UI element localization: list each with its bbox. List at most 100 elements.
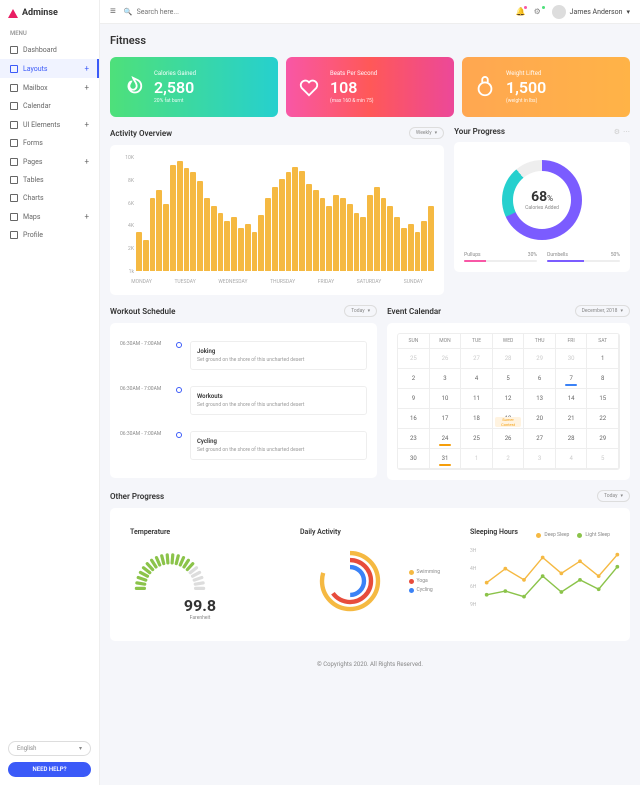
workout-schedule-card: 06:30AM - 7:00AMJokingSet ground on the … — [110, 323, 377, 478]
calendar-day[interactable]: 26 — [430, 349, 462, 369]
calendar-day[interactable]: 20 — [524, 409, 556, 429]
calendar-day[interactable]: 3 — [524, 449, 556, 469]
menu-toggle-icon[interactable]: ≡ — [110, 6, 116, 17]
more-icon[interactable]: ⋯ — [623, 128, 630, 136]
activity-filter[interactable]: Weekly▾ — [409, 127, 444, 139]
calendar-day[interactable]: 14 — [556, 389, 588, 409]
sidebar-item-layouts[interactable]: Layouts+ — [0, 59, 99, 78]
user-menu[interactable]: James Anderson ▾ — [552, 5, 630, 19]
sidebar-item-calendar[interactable]: Calendar — [0, 97, 99, 115]
calendar-day[interactable]: 26 — [493, 429, 525, 449]
calendar-day[interactable]: 31 — [430, 449, 462, 469]
calendar-day[interactable]: 24 — [430, 429, 462, 449]
notifications-icon[interactable]: 🔔 — [516, 7, 526, 17]
chart-bar — [272, 187, 278, 271]
chevron-down-icon: ▾ — [626, 8, 630, 16]
menu-item-icon — [10, 65, 18, 73]
calendar-day[interactable]: 29 — [587, 429, 619, 449]
sidebar-item-dashboard[interactable]: Dashboard — [0, 41, 99, 59]
calendar-day[interactable]: 11 — [461, 389, 493, 409]
chart-bar — [320, 198, 326, 271]
sidebar-item-pages[interactable]: Pages+ — [0, 152, 99, 171]
calendar-day[interactable]: 7 — [556, 369, 588, 389]
chart-bar — [340, 198, 346, 271]
calendar-day[interactable]: 21 — [556, 409, 588, 429]
calendar-day[interactable]: 8 — [587, 369, 619, 389]
chart-bar — [184, 168, 190, 271]
sleep-title: Sleeping Hours — [470, 528, 518, 536]
calendar-day[interactable]: 23 — [398, 429, 430, 449]
calendar-day[interactable]: 9 — [398, 389, 430, 409]
calendar-day[interactable]: 5 — [493, 369, 525, 389]
calendar-day[interactable]: 3 — [430, 369, 462, 389]
calendar-day[interactable]: 18 — [461, 409, 493, 429]
chevron-down-icon: ▾ — [368, 308, 371, 314]
calendar-day[interactable]: 29 — [524, 349, 556, 369]
search-box[interactable]: 🔍 — [124, 8, 217, 16]
chart-bar — [150, 198, 156, 271]
calendar-day[interactable]: 5 — [587, 449, 619, 469]
other-filter[interactable]: Today▾ — [597, 490, 630, 502]
timeline-dot-icon — [176, 387, 182, 393]
sidebar-item-charts[interactable]: Charts — [0, 189, 99, 207]
calendar-day[interactable]: 28 — [556, 429, 588, 449]
sidebar-item-ui-elements[interactable]: UI Elements+ — [0, 115, 99, 134]
chart-bar — [211, 206, 217, 271]
chevron-down-icon: ▾ — [435, 130, 438, 136]
sidebar-item-tables[interactable]: Tables — [0, 171, 99, 189]
calendar-day[interactable]: 2 — [493, 449, 525, 469]
calendar-day[interactable]: 27 — [524, 429, 556, 449]
calendar-day[interactable]: 1 — [587, 349, 619, 369]
calendar-day[interactable]: 30 — [556, 349, 588, 369]
expand-icon: + — [84, 64, 89, 73]
menu-item-icon — [10, 231, 18, 239]
sidebar-item-forms[interactable]: Forms — [0, 134, 99, 152]
search-input[interactable] — [137, 8, 217, 16]
calendar-day[interactable]: 6 — [524, 369, 556, 389]
chart-bar — [231, 217, 237, 271]
menu-item-icon — [10, 213, 18, 221]
help-button[interactable]: NEED HELP? — [8, 762, 91, 777]
calendar-day[interactable]: 4 — [556, 449, 588, 469]
chart-bar — [421, 221, 427, 271]
sidebar-item-profile[interactable]: Profile — [0, 226, 99, 244]
calendar-day[interactable]: 19Sumer Contest — [493, 409, 525, 429]
schedule-item[interactable]: 06:30AM - 7:00AMJokingSet ground on the … — [120, 333, 367, 378]
calendar-day[interactable]: 22 — [587, 409, 619, 429]
chart-bar — [252, 232, 258, 271]
chart-bar — [326, 206, 332, 271]
workout-filter[interactable]: Today▾ — [344, 305, 377, 317]
chart-bar — [286, 172, 292, 271]
chevron-down-icon: ▾ — [620, 493, 623, 499]
calendar-day[interactable]: 13 — [524, 389, 556, 409]
calendar-day[interactable]: 30 — [398, 449, 430, 469]
chart-bar — [170, 165, 176, 271]
calendar-day[interactable]: 12 — [493, 389, 525, 409]
sidebar-item-maps[interactable]: Maps+ — [0, 207, 99, 226]
menu-section-label: MENU — [0, 26, 99, 41]
calendar-event[interactable]: Sumer Contest — [495, 417, 522, 427]
chart-bar — [381, 198, 387, 271]
calendar-day[interactable]: 15 — [587, 389, 619, 409]
brand-logo[interactable]: Adminse — [0, 0, 99, 26]
settings-icon[interactable]: ⚙ — [534, 7, 544, 17]
calendar-grid[interactable]: SUNMONTUEWEDTHUFRISAT2526272829301234567… — [397, 333, 620, 470]
calendar-day[interactable]: 17 — [430, 409, 462, 429]
calendar-day[interactable]: 4 — [461, 369, 493, 389]
calendar-day[interactable]: 27 — [461, 349, 493, 369]
calendar-day[interactable]: 2 — [398, 369, 430, 389]
gear-icon[interactable]: ⚙ — [614, 128, 620, 136]
schedule-item[interactable]: 06:30AM - 7:00AMCyclingSet ground on the… — [120, 423, 367, 468]
stat-card-0: Calories Gained2,58020% fat burnt — [110, 57, 278, 117]
calendar-day[interactable]: 28 — [493, 349, 525, 369]
logo-icon — [8, 9, 18, 18]
calendar-day[interactable]: 25 — [461, 429, 493, 449]
calendar-day[interactable]: 10 — [430, 389, 462, 409]
calendar-day[interactable]: 25 — [398, 349, 430, 369]
calendar-filter[interactable]: December, 2018▾ — [575, 305, 630, 317]
calendar-day[interactable]: 16 — [398, 409, 430, 429]
language-select[interactable]: English ▾ — [8, 741, 91, 756]
schedule-item[interactable]: 06:30AM - 7:00AMWorkoutsSet ground on th… — [120, 378, 367, 423]
sidebar-item-mailbox[interactable]: Mailbox+ — [0, 78, 99, 97]
calendar-day[interactable]: 1 — [461, 449, 493, 469]
